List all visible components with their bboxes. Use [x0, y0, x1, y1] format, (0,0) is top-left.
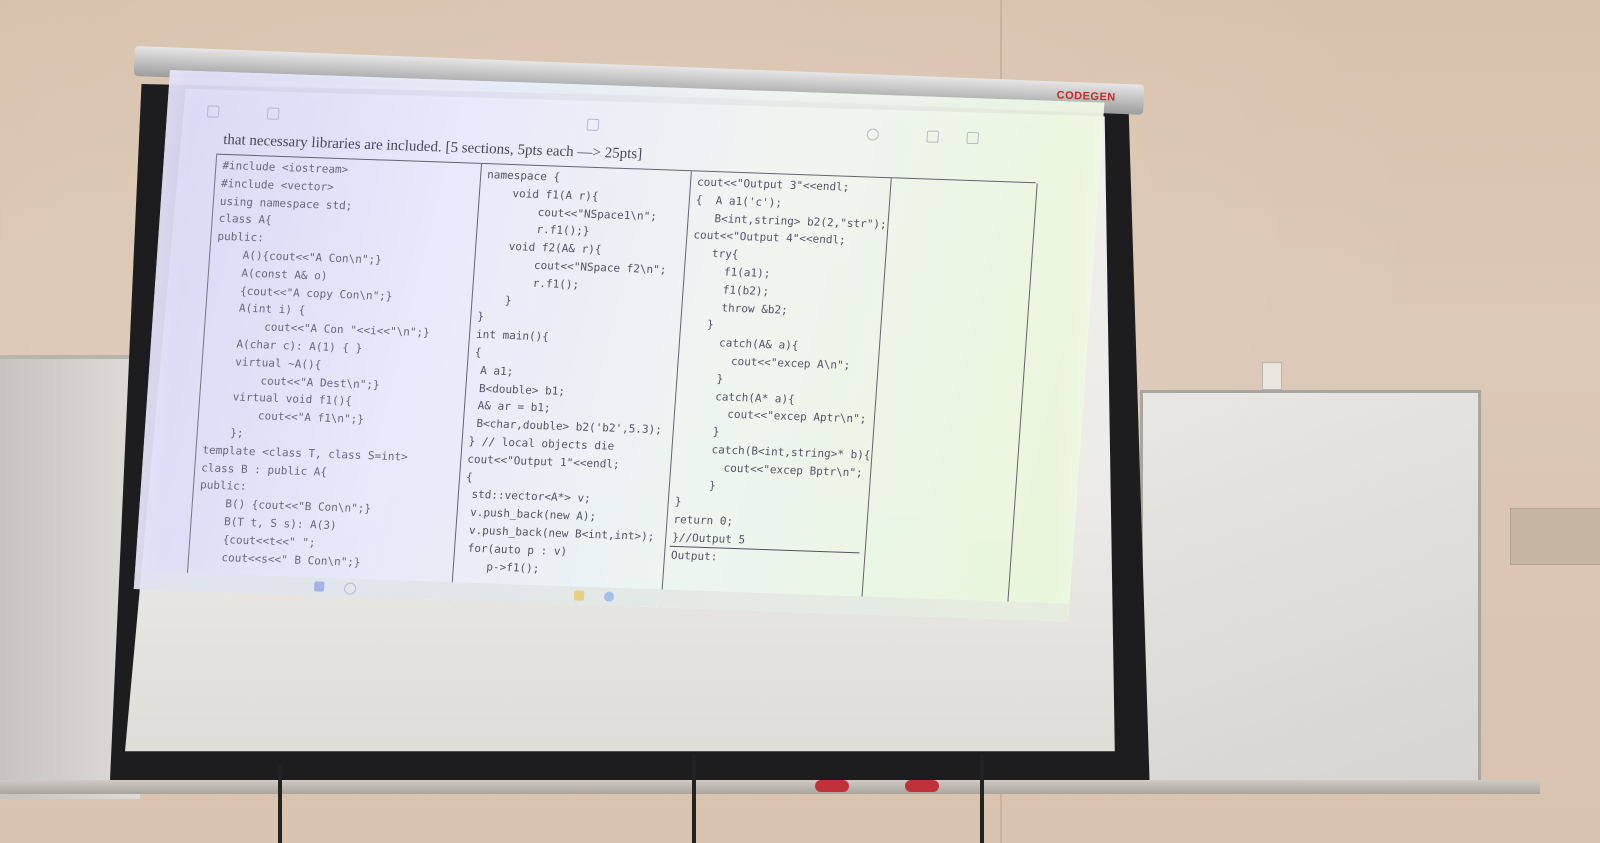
code-line: public:: [199, 478, 247, 494]
code-line: B() {cout<<"B Con\n";}: [198, 496, 372, 516]
code-line: }: [686, 317, 715, 332]
code-column-2: namespace { void f1(A r){ cout<<"NSpace1…: [450, 163, 692, 611]
code-line: virtual void f1(){: [205, 389, 353, 408]
code-column-1: #include <iostream> #include <vector> usin…: [185, 154, 483, 604]
code-line: }: [674, 495, 682, 509]
code-line: cout<<"A f1\n";}: [204, 407, 365, 427]
code-line: B(T t, S s): A(3): [197, 514, 338, 533]
cable: [692, 755, 696, 843]
code-line: };: [203, 425, 244, 440]
code-line: B<double> b1;: [471, 381, 566, 398]
code-line: {: [474, 345, 482, 360]
code-line: B<int,string> b2(2,"str");: [694, 211, 888, 231]
code-line: A(int i) {: [212, 301, 306, 318]
code-line: cout<<s<<" B Con\n";}: [194, 549, 362, 569]
windows-start-icon[interactable]: [313, 581, 325, 592]
code-line: cout<<"Output 3"<<endl;: [696, 175, 850, 194]
code-line: std::vector<A*> v;: [464, 487, 592, 506]
code-line: A(){cout<<"A Con\n";}: [215, 247, 383, 267]
file-explorer-icon[interactable]: [573, 590, 585, 601]
code-line: catch(A* a){: [681, 388, 796, 406]
code-line: for(auto p : v): [460, 541, 568, 558]
code-line: #include <iostream>: [221, 158, 349, 177]
code-line: try{: [691, 246, 739, 262]
code-line: }: [675, 477, 717, 492]
code-line: throw &b2;: [687, 299, 789, 317]
code-table: #include <iostream> #include <vector> usin…: [185, 153, 1038, 622]
code-line: cout<<"A Dest\n";}: [207, 372, 381, 392]
code-line: template <class T, class S=int>: [202, 443, 409, 464]
wall-sign: [1510, 508, 1600, 565]
code-line: cout<<"Output 1"<<endl;: [466, 452, 621, 471]
code-line: public:: [217, 229, 265, 245]
code-column-3: cout<<"Output 3"<<endl;{ A a1('c'); B<in…: [660, 171, 892, 618]
code-line: void f1(A r){: [485, 185, 600, 203]
code-line: cout<<"excep A\n";: [684, 353, 851, 372]
code-line: cout<<"excep Bptr\n";: [676, 459, 864, 480]
cable: [278, 765, 282, 843]
search-icon[interactable]: [866, 128, 880, 142]
code-line: {cout<<"A copy Con\n";}: [213, 283, 393, 303]
browser-icon[interactable]: [603, 591, 615, 602]
code-line: virtual ~A(){: [208, 354, 322, 372]
projected-slide: that necessary libraries are included. […: [133, 70, 1105, 622]
code-line: cout<<"Output 4"<<endl;: [692, 228, 847, 248]
code-line: namespace {: [486, 168, 561, 184]
cable: [980, 755, 984, 843]
code-line: A& ar = b1;: [470, 399, 552, 415]
code-line: r.f1();: [479, 274, 580, 292]
code-line: A(const A& o): [214, 265, 328, 283]
code-line: }//Output 5: [671, 530, 746, 547]
code-line: p->f1();: [459, 559, 540, 575]
save-icon[interactable]: [926, 130, 940, 144]
menu-icon[interactable]: [206, 105, 220, 119]
whiteboard-tray: [0, 780, 1540, 794]
code-line: int main(){: [475, 328, 550, 344]
code-line: #include <vector>: [220, 176, 335, 194]
whiteboard-right: [1140, 390, 1481, 791]
code-line: return 0;: [673, 513, 734, 529]
code-line: A(char c): A(1) { }: [209, 336, 363, 355]
answer-column: [860, 178, 1038, 622]
code-line: v.push_back(new B<int,int>);: [461, 523, 655, 544]
code-line: v.push_back(new A);: [463, 505, 597, 524]
search-icon[interactable]: [343, 582, 357, 595]
code-line: A a1;: [473, 363, 514, 378]
code-line: cout<<"NSpace f2\n";: [480, 256, 667, 277]
code-line: f1(b2);: [689, 282, 770, 298]
code-line: Output:: [670, 548, 718, 564]
code-line: }: [679, 424, 720, 439]
code-line: }: [683, 370, 724, 386]
code-line: catch(A& a){: [685, 335, 799, 353]
red-marker: [815, 780, 849, 792]
code-line: using namespace std;: [219, 194, 353, 213]
wall-socket: [1262, 362, 1282, 390]
code-line: cout<<"NSpace1\n";: [484, 203, 658, 223]
code-line: {cout<<t<<" ";: [195, 532, 316, 550]
code-line: } // local objects die: [468, 434, 615, 453]
page-icon[interactable]: [586, 118, 600, 133]
code-line: {: [465, 470, 474, 484]
code-line: catch(B<int,string>* b){: [678, 441, 871, 462]
code-line: B<char,double> b2('b2',5.3);: [469, 416, 663, 437]
code-line: }: [478, 292, 513, 307]
code-line: class B : public A{: [200, 460, 328, 479]
fullscreen-icon[interactable]: [966, 131, 980, 146]
code-line: cout<<"A Con "<<i<<"\n";}: [210, 318, 431, 340]
code-line: r.f1();}: [483, 221, 590, 239]
code-line: { A a1('c');: [695, 193, 783, 210]
code-line: f1(a1);: [690, 264, 771, 281]
code-line: void f2(A& r){: [481, 239, 602, 257]
red-marker: [905, 780, 939, 792]
code-line: class A{: [218, 212, 273, 228]
draw-icon[interactable]: [266, 107, 280, 121]
code-line: }: [476, 310, 485, 324]
code-line: cout<<"excep Aptr\n";: [680, 406, 867, 426]
